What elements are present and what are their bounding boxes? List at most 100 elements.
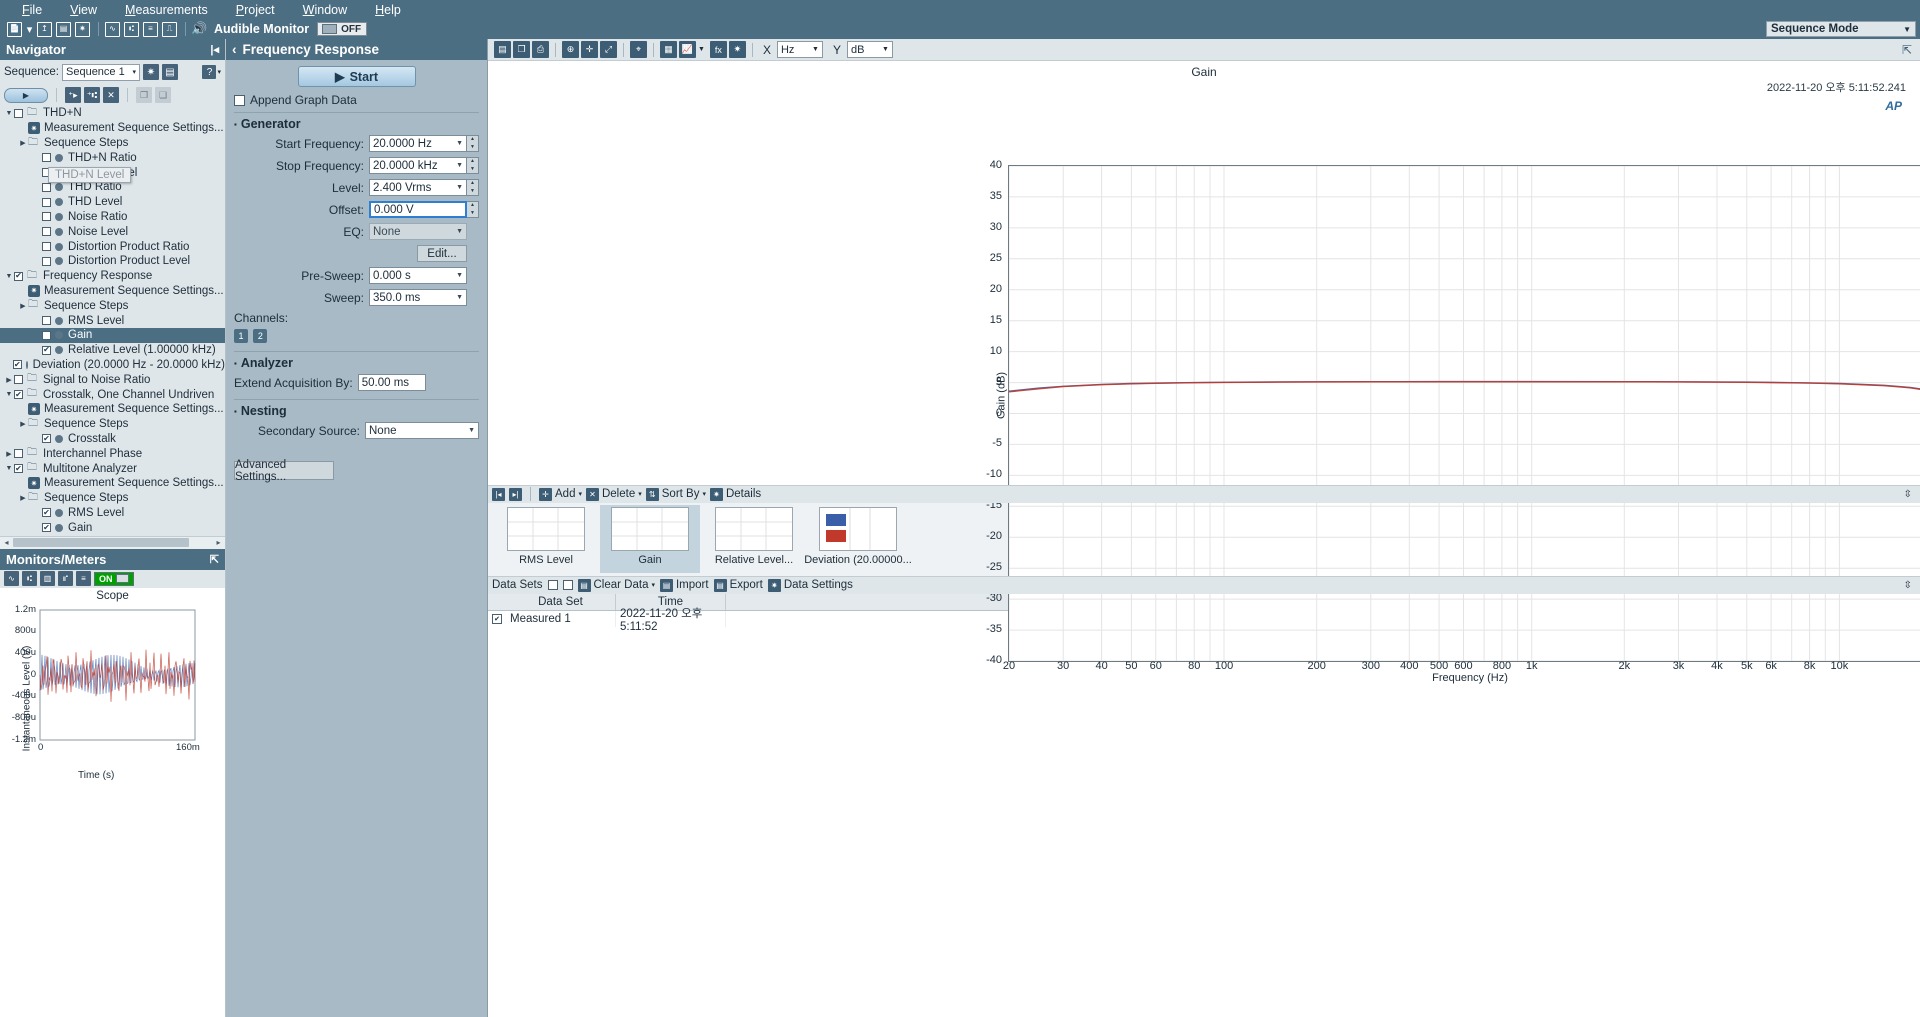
thumbnail-gain[interactable]: Gain [600,505,700,573]
stepper-up-icon[interactable]: ▲ [467,180,478,188]
bar-meter-icon[interactable]: ⑈ [58,571,73,586]
generator-field-0-input[interactable]: 20.0000 Hz ▼ [369,135,467,152]
scroll-left-icon[interactable]: ◂ [0,538,13,547]
tree-item-relative-level-1-00000-khz[interactable]: ✔ Relative Level (1.00000 kHz) [0,343,225,358]
dropdown-caret-icon[interactable]: ▾ [25,21,34,38]
settings-graph-icon[interactable]: ✷ [728,41,746,58]
cursor-icon[interactable]: ⌖ [630,41,647,58]
readings-icon[interactable]: ≡ [76,571,91,586]
print-graph-icon[interactable]: ⎙ [532,41,549,58]
sweep-field-1-input[interactable]: 350.0 ms ▼ [369,289,467,306]
tree-checkbox[interactable]: ✔ [42,345,51,355]
sequence-lock-icon[interactable]: ▤ [162,64,178,80]
channel-button-1[interactable]: 1 [234,329,248,343]
add-step-icon[interactable]: ⁺▸ [65,87,81,103]
details-button[interactable]: ✷ Details [709,487,761,501]
tree-item-sequence-steps[interactable]: ▶ 🗀 Sequence Steps [0,417,225,432]
tree-checkbox[interactable]: ✔ [14,390,23,400]
list-icon[interactable]: ≡ [142,21,159,38]
menu-item-view[interactable]: View [56,3,111,17]
stepper-up-icon[interactable]: ▲ [467,202,478,210]
tree-checkbox[interactable] [42,227,51,237]
tree-item-thd-n-ratio[interactable]: THD+N Ratio [0,150,225,165]
tree-checkbox[interactable] [42,182,51,192]
tree-checkbox[interactable]: ✔ [42,508,51,518]
eq-edit-button[interactable]: Edit... [417,245,467,262]
spectrum-icon[interactable]: ▥ [40,571,55,586]
expand-icon[interactable]: ⇳ [1904,489,1912,500]
tree-item-measurement-sequence-settings[interactable]: ✷ Measurement Sequence Settings... [0,402,225,417]
fit-icon[interactable]: ⤢ [600,41,617,58]
tree-twisty-icon[interactable]: ▶ [4,376,14,384]
dataset-checkbox[interactable]: ✔ [492,613,502,624]
monitors-on-toggle[interactable]: ON [94,571,134,586]
add-thumbnail-button[interactable]: ✛ Add ▾ [539,487,582,501]
gear-icon[interactable]: ✷ [28,477,40,490]
pan-icon[interactable]: ✛ [581,41,598,58]
tree-item-crosstalk[interactable]: ✔ Crosstalk [0,432,225,447]
stepper-down-icon[interactable]: ▼ [467,144,478,152]
scroll-thumb[interactable] [13,538,189,547]
tree-checkbox[interactable]: ✔ [14,464,23,474]
thumbnail-rms-level[interactable]: RMS Level [496,505,596,573]
menu-item-window[interactable]: Window [289,3,361,17]
stepper-down-icon[interactable]: ▼ [467,188,478,196]
tree-checkbox[interactable] [42,330,51,340]
y-unit-dropdown[interactable]: dB ▼ [846,41,893,58]
import-button[interactable]: ▤ Import [659,578,709,592]
tree-twisty-icon[interactable]: ▶ [18,139,28,147]
gear-icon[interactable]: ✷ [28,284,40,297]
tree-checkbox[interactable]: ✔ [42,434,51,444]
tree-item-signal-to-noise-ratio[interactable]: ▶ 🗀 Signal to Noise Ratio [0,372,225,387]
first-icon[interactable]: |◂ [492,487,505,501]
tree-twisty-icon[interactable]: ▼ [4,465,14,472]
append-graph-data-row[interactable]: Append Graph Data [234,93,479,107]
tree-item-frequency-response[interactable]: ▼ ✔ 🗀 Frequency Response [0,269,225,284]
tree-twisty-icon[interactable]: ▶ [18,494,28,502]
tree-item-sequence-steps[interactable]: ▶ 🗀 Sequence Steps [0,298,225,313]
tree-checkbox[interactable] [42,256,51,266]
menu-item-measurements[interactable]: Measurements [111,3,222,17]
tree-item-noise-level[interactable]: Noise Level [0,224,225,239]
generator-field-1-input[interactable]: 20.0000 kHz ▼ [369,157,467,174]
tree-checkbox[interactable] [42,197,51,207]
popout-icon[interactable]: ⇱ [210,553,219,566]
tree-checkbox[interactable] [42,316,51,326]
gear-icon[interactable]: ✷ [28,403,40,416]
tree-twisty-icon[interactable]: ▼ [4,391,14,398]
tree-item-measurement-sequence-settings[interactable]: ✷ Measurement Sequence Settings... [0,121,225,136]
tree-checkbox[interactable] [14,449,23,459]
data-settings-button[interactable]: ✷ Data Settings [767,578,853,592]
copy-icon[interactable]: ❐ [136,87,152,103]
trace-icon[interactable]: 📈 [679,41,696,58]
tree-item-distortion-product-level[interactable]: Distortion Product Level [0,254,225,269]
tree-item-measurement-sequence-settings[interactable]: ✷ Measurement Sequence Settings... [0,284,225,299]
generator-field-0-stepper[interactable]: ▲ ▼ [467,135,479,152]
tree-item-noise-ratio[interactable]: Noise Ratio [0,210,225,225]
export-button[interactable]: ▤ Export [713,578,763,592]
advanced-settings-button[interactable]: Advanced Settings... [234,459,334,483]
tree-item-distortion-product-ratio[interactable]: Distortion Product Ratio [0,239,225,254]
delete-thumbnail-button[interactable]: ✕ Delete ▾ [585,487,642,501]
generator-field-2-input[interactable]: 2.400 Vrms ▼ [369,179,467,196]
settings-gear-icon[interactable]: ✷ [74,21,91,38]
dataset-checkbox-cell[interactable]: ✔ [488,611,506,627]
tree-item-sequence-steps[interactable]: ▶ 🗀 Sequence Steps [0,491,225,506]
add-measurement-icon[interactable]: ⁺⑆ [84,87,100,103]
menu-item-file[interactable]: File [8,3,56,17]
expand-icon[interactable]: ⇳ [1904,580,1912,591]
tree-checkbox[interactable] [14,375,23,385]
secondary-source-dropdown[interactable]: None ▼ [365,422,479,439]
menu-item-help[interactable]: Help [361,3,415,17]
gear-icon[interactable]: ✷ [28,122,40,135]
tree-twisty-icon[interactable]: ▼ [4,273,14,280]
navigator-hscrollbar[interactable]: ◂ ▸ [0,535,225,549]
save-icon[interactable]: ▤ [55,21,72,38]
sweep-field-0-input[interactable]: 0.000 s ▼ [369,267,467,284]
tree-item-deviation-20-0000-hz-20-0000-khz[interactable]: ✔ Deviation (20.0000 Hz - 20.0000 kHz) [0,358,225,373]
generator-field-2-stepper[interactable]: ▲ ▼ [467,179,479,196]
run-sequence-button[interactable]: ▶ [4,87,48,103]
generator-field-1-stepper[interactable]: ▲ ▼ [467,157,479,174]
tree-item-multitone-analyzer[interactable]: ▼ ✔ 🗀 Multitone Analyzer [0,461,225,476]
tree-checkbox[interactable]: ✔ [14,271,23,281]
